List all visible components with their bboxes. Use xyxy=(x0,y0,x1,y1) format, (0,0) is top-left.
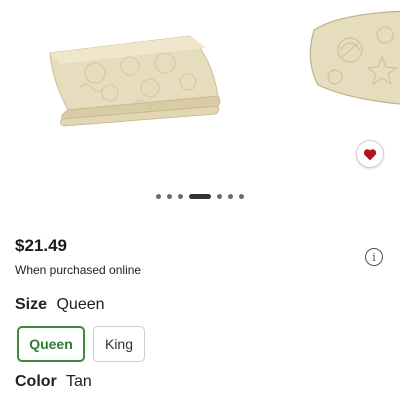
image-pagination-dots[interactable] xyxy=(0,194,400,199)
color-label: Color xyxy=(15,373,57,390)
color-selected-value: Tan xyxy=(65,373,92,390)
size-heading: Size Queen xyxy=(15,296,105,314)
color-heading: Color Tan xyxy=(15,373,92,391)
size-label: Size xyxy=(15,296,48,313)
size-options: Queen King xyxy=(17,326,145,362)
pagination-dot[interactable] xyxy=(228,194,233,199)
info-icon[interactable]: i xyxy=(365,248,383,266)
product-image-pillow xyxy=(309,10,400,105)
size-option-king[interactable]: King xyxy=(93,326,145,362)
heart-icon xyxy=(363,148,377,160)
favorite-button[interactable] xyxy=(356,140,384,168)
pagination-dot[interactable] xyxy=(167,194,172,199)
size-selected-value: Queen xyxy=(56,296,105,313)
price-note: When purchased online xyxy=(15,263,142,277)
pagination-dot[interactable] xyxy=(239,194,244,199)
product-image-gallery[interactable] xyxy=(0,0,400,190)
product-price: $21.49 xyxy=(15,236,67,255)
size-option-queen[interactable]: Queen xyxy=(17,326,85,362)
pagination-dot[interactable] xyxy=(217,194,222,199)
pagination-dot[interactable] xyxy=(156,194,161,199)
pagination-dot-active[interactable] xyxy=(189,194,211,199)
product-image-quilt xyxy=(49,35,221,127)
pagination-dot[interactable] xyxy=(178,194,183,199)
